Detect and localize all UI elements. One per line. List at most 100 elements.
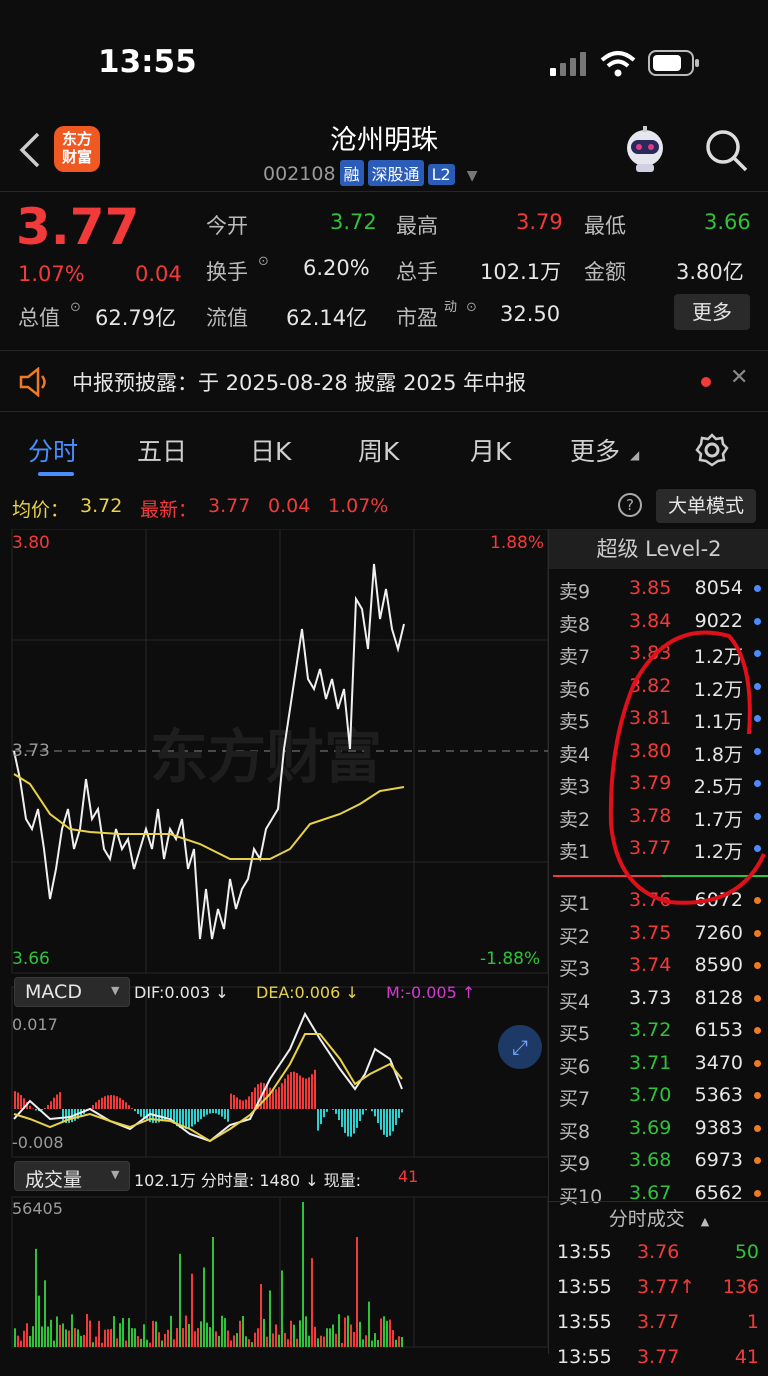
volume-bar: [269, 1290, 271, 1347]
tab-daily[interactable]: 日K: [250, 432, 291, 468]
notice-bar[interactable]: 中报预披露：于 2025-08-28 披露 2025 年中报 ✕: [0, 350, 768, 412]
volume-bar: [284, 1333, 286, 1347]
bid-label: 买3: [559, 954, 590, 981]
volume-bar: [344, 1318, 346, 1347]
macd-bar: [395, 1109, 397, 1125]
bid-label: 买2: [559, 922, 590, 949]
big-order-mode-button[interactable]: 大单模式: [656, 489, 756, 523]
ask-label: 卖9: [559, 577, 590, 604]
macd-bar: [62, 1109, 64, 1122]
info-icon[interactable]: ⊙: [70, 300, 81, 315]
latest-pct: 1.07%: [328, 495, 388, 517]
macd-bar: [251, 1092, 253, 1109]
bid-row[interactable]: 买4 3.73 8128: [549, 983, 768, 1015]
volume-bar: [206, 1323, 208, 1347]
chart-canvas[interactable]: 东方财富: [0, 529, 548, 1354]
volume-histogram: [14, 1202, 403, 1347]
settings-gear-icon[interactable]: [694, 432, 730, 468]
bid-label: 买4: [559, 987, 590, 1014]
dropdown-corner-icon: ◢: [630, 448, 639, 462]
y-axis-bottom: 3.66: [12, 949, 50, 969]
macd-bar: [35, 1109, 37, 1110]
volume-bar: [173, 1339, 175, 1347]
search-icon[interactable]: [704, 128, 748, 172]
macd-bar: [317, 1109, 319, 1131]
help-icon[interactable]: ?: [618, 493, 642, 517]
volume-bar: [383, 1316, 385, 1347]
volume-bar: [281, 1270, 283, 1347]
speaker-icon: [18, 367, 50, 397]
volume-bar: [194, 1331, 196, 1347]
macd-bar: [248, 1096, 250, 1109]
macd-bar: [302, 1078, 304, 1109]
info-icon[interactable]: ⊙: [466, 300, 477, 315]
close-icon[interactable]: ✕: [730, 365, 748, 390]
volume-bar: [47, 1327, 49, 1347]
volume-selector[interactable]: 成交量 ▼: [14, 1161, 130, 1191]
volume-bar: [44, 1280, 46, 1347]
volume-bar: [86, 1314, 88, 1347]
volume-bar: [350, 1325, 352, 1347]
bid-row[interactable]: 买5 3.72 6153: [549, 1015, 768, 1047]
volume-selector-label: 成交量: [25, 1165, 82, 1192]
y-axis-mid: 3.73: [12, 741, 50, 761]
tab-intraday[interactable]: 分时: [28, 432, 78, 468]
tick-row: 13:55 3.76 50: [549, 1237, 768, 1271]
bid-price: 3.68: [629, 1149, 671, 1171]
volume-bar: [50, 1320, 52, 1347]
ask-row[interactable]: 卖9 3.85 8054: [549, 573, 768, 605]
bid-row[interactable]: 买6 3.71 3470: [549, 1048, 768, 1080]
bid-row[interactable]: 买9 3.68 6973: [549, 1145, 768, 1177]
volume-bar: [224, 1318, 226, 1347]
volume-bar: [272, 1333, 274, 1347]
level2-panel: 超级 Level-2 卖9 3.85 8054 卖8 3.84 9022 卖7 …: [548, 529, 768, 1354]
battery-icon: [648, 50, 700, 76]
macd-bar: [197, 1109, 199, 1122]
info-icon[interactable]: ⊙: [258, 254, 269, 269]
tab-more[interactable]: 更多: [570, 432, 620, 468]
bid-qty: 9383: [695, 1117, 743, 1139]
volume-bar: [38, 1296, 40, 1347]
tab-monthly[interactable]: 月K: [470, 432, 511, 468]
macd-y-top: 0.017: [12, 1015, 58, 1034]
macd-bar: [14, 1091, 16, 1109]
macd-m: M:-0.005 ↑: [386, 983, 475, 1002]
volume-bar: [203, 1267, 205, 1347]
latest-value: 3.77: [208, 495, 250, 517]
ask-label: 卖3: [559, 772, 590, 799]
more-button[interactable]: 更多: [674, 294, 750, 330]
bid-row[interactable]: 买7 3.70 5363: [549, 1080, 768, 1112]
volume-bar: [17, 1336, 19, 1347]
macd-bar: [374, 1109, 376, 1116]
volume-bar: [329, 1328, 331, 1347]
volume-bar: [275, 1324, 277, 1347]
volume-bar: [74, 1328, 76, 1347]
bid-row[interactable]: 买8 3.69 9383: [549, 1113, 768, 1145]
chevron-down-icon[interactable]: ▼: [467, 168, 478, 184]
red-circle-annotation: [599, 624, 768, 909]
volume-bar: [398, 1336, 400, 1347]
volume-bar: [68, 1331, 70, 1347]
macd-bar: [107, 1095, 109, 1109]
volume-bar: [146, 1340, 148, 1347]
volume-bar: [314, 1327, 316, 1347]
bid-row[interactable]: 买2 3.75 7260: [549, 918, 768, 950]
macd-bar: [401, 1109, 403, 1112]
volume-bar: [401, 1337, 403, 1347]
volume-bar: [392, 1330, 394, 1347]
macd-bar: [380, 1109, 382, 1130]
tab-five-day[interactable]: 五日: [137, 432, 187, 468]
expand-fullscreen-icon[interactable]: ⤢: [498, 1025, 542, 1069]
robot-assistant-icon[interactable]: [620, 124, 670, 176]
tab-weekly[interactable]: 周K: [358, 432, 399, 468]
macd-bar: [311, 1074, 313, 1109]
bid-price: 3.74: [629, 954, 671, 976]
volume-bar: [317, 1338, 319, 1347]
chevron-up-icon[interactable]: ▲: [701, 1215, 709, 1228]
macd-selector[interactable]: MACD ▼: [14, 977, 130, 1007]
tick-qty: 41: [735, 1346, 759, 1368]
stock-code: 002108: [263, 163, 336, 185]
blue-dot-icon: [754, 585, 761, 592]
intraday-chart[interactable]: 东方财富 3.80 3.73 3.66 1.88% -1.88% MACD ▼ …: [0, 529, 548, 1354]
bid-row[interactable]: 买3 3.74 8590: [549, 950, 768, 982]
